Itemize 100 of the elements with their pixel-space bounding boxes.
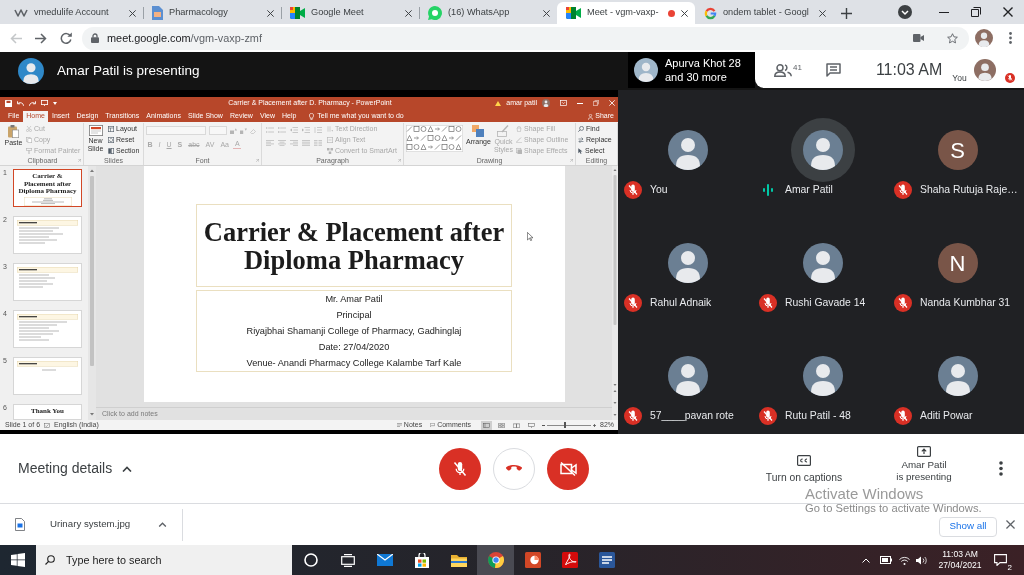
ribbon-options-icon[interactable] (560, 100, 567, 106)
chat-bubble-icon (428, 6, 442, 20)
slider-thumb[interactable] (564, 422, 567, 428)
chat-icon[interactable] (825, 63, 841, 77)
chevron-circle-icon[interactable] (898, 5, 912, 19)
pie-chart-app-icon (524, 552, 541, 568)
self-label: You (952, 72, 967, 85)
caret-icon[interactable] (53, 101, 57, 105)
scrollbar[interactable] (612, 166, 618, 420)
activation-notice-title: Activate Windows (805, 485, 925, 502)
save-icon[interactable] (5, 99, 12, 107)
star-icon[interactable] (947, 32, 958, 44)
plus-icon[interactable] (593, 423, 596, 427)
align-center-icon (278, 140, 286, 146)
subtitle-line: Date: 27/04/2020 (318, 341, 390, 354)
browser-tab[interactable]: vmedulife Account (5, 2, 143, 24)
close-icon[interactable] (819, 9, 826, 17)
stacked-squares-icon (472, 125, 485, 137)
shopping-bag-icon (414, 552, 429, 568)
clipboard-icon (8, 125, 19, 138)
phone-icon (506, 465, 522, 472)
undo-icon[interactable] (17, 100, 24, 106)
browser-tab[interactable]: Meet - vgm-vaxp- (557, 2, 695, 24)
battery-icon[interactable] (880, 556, 892, 564)
participants-preview[interactable]: Apurva Khot 28 and 30 more (628, 52, 755, 88)
slide-thumbnail[interactable] (13, 216, 82, 254)
scrollbar[interactable] (88, 166, 96, 420)
subtitle-line: Principal (336, 309, 372, 322)
task-view-icon (340, 553, 355, 567)
captions-button[interactable]: Turn on captions (754, 446, 854, 486)
font-size-field[interactable] (209, 126, 227, 135)
download-item[interactable]: Urinary system.jpg (0, 509, 183, 540)
person-icon (588, 113, 594, 120)
search-field[interactable]: Type here to search (36, 545, 292, 575)
close-icon[interactable] (1006, 520, 1015, 529)
overlapping-squares-icon (515, 148, 522, 154)
subtitle-line: Riyajbhai Shamanji College of Pharmacy, Gadhinglaj (246, 325, 462, 338)
shapes-gallery[interactable] (406, 125, 463, 152)
close-icon[interactable] (681, 9, 688, 17)
numbered-list-icon (278, 127, 286, 133)
camera-button[interactable] (547, 447, 589, 490)
minimize-icon[interactable] (577, 102, 583, 104)
restore-icon[interactable] (971, 7, 981, 17)
close-icon[interactable] (267, 9, 274, 17)
browser-tab[interactable]: (16) WhatsApp (419, 2, 557, 24)
browser-tab[interactable]: Pharmacology (143, 2, 281, 24)
browser-tab[interactable]: ondem tablet - Googl (695, 2, 833, 24)
screen-icon[interactable] (41, 100, 48, 106)
font-name-field[interactable] (146, 126, 206, 135)
minus-icon[interactable] (542, 424, 545, 426)
participant-avatar (802, 243, 843, 283)
close-icon[interactable] (1003, 7, 1013, 17)
user-avatar[interactable] (542, 99, 550, 107)
slide-lines-drawing (17, 314, 78, 341)
cursor-arrow-icon (578, 148, 583, 154)
browser-tab[interactable]: Google Meet (281, 2, 419, 24)
slide-lines-drawing (17, 267, 78, 288)
profile-avatar[interactable] (975, 29, 993, 47)
show-all-button[interactable]: Show all (939, 516, 997, 537)
forward-icon[interactable] (34, 32, 47, 44)
video-camera-icon[interactable] (913, 34, 924, 42)
image-file-icon (15, 518, 25, 531)
participant-avatar (802, 130, 843, 170)
view-button[interactable] (481, 420, 492, 430)
browser-icon (487, 552, 504, 568)
align-left-icon (266, 140, 274, 146)
slide-thumbnail[interactable] (13, 357, 82, 395)
slide-thumbnail[interactable] (13, 310, 82, 348)
plus-icon[interactable] (841, 7, 852, 19)
view-button[interactable] (511, 420, 522, 430)
captions-icon (797, 455, 811, 466)
people-button[interactable]: 41 (774, 63, 802, 77)
start-icon[interactable] (11, 553, 25, 567)
g-logo-icon (704, 6, 717, 20)
present-button[interactable]: Amar Patil is presenting (884, 446, 964, 483)
user-avatar[interactable] (973, 59, 996, 81)
activation-notice-text: Go to Settings to activate Windows. (805, 502, 982, 515)
close-icon[interactable] (543, 9, 550, 17)
more-icon[interactable] (1008, 32, 1012, 44)
hang-up-button[interactable] (493, 447, 535, 490)
indent-decrease-icon (290, 127, 298, 133)
slide-icon (88, 125, 103, 136)
close-icon[interactable] (405, 9, 412, 17)
mic-button[interactable] (439, 447, 481, 490)
speaker-icon[interactable] (916, 555, 927, 565)
participant-name: Rushi Gavade 14 (785, 296, 866, 311)
notification-button[interactable]: 2 (985, 545, 1015, 575)
zoom-slider[interactable] (547, 422, 591, 428)
slide-thumbnail[interactable] (13, 263, 82, 301)
meeting-details-button[interactable]: Meeting details (18, 458, 133, 479)
taskbar-button[interactable] (477, 545, 514, 575)
minimize-icon[interactable] (939, 11, 949, 13)
close-icon[interactable] (129, 9, 136, 17)
reload-icon[interactable] (59, 32, 72, 44)
address-field[interactable]: meet.google.com/vgm-vaxp-zmf (82, 26, 969, 50)
people-icon (774, 63, 792, 77)
more-icon[interactable] (999, 461, 1003, 476)
redo-icon[interactable] (29, 100, 36, 106)
search-icon (45, 555, 55, 565)
wifi-icon[interactable] (899, 555, 910, 565)
